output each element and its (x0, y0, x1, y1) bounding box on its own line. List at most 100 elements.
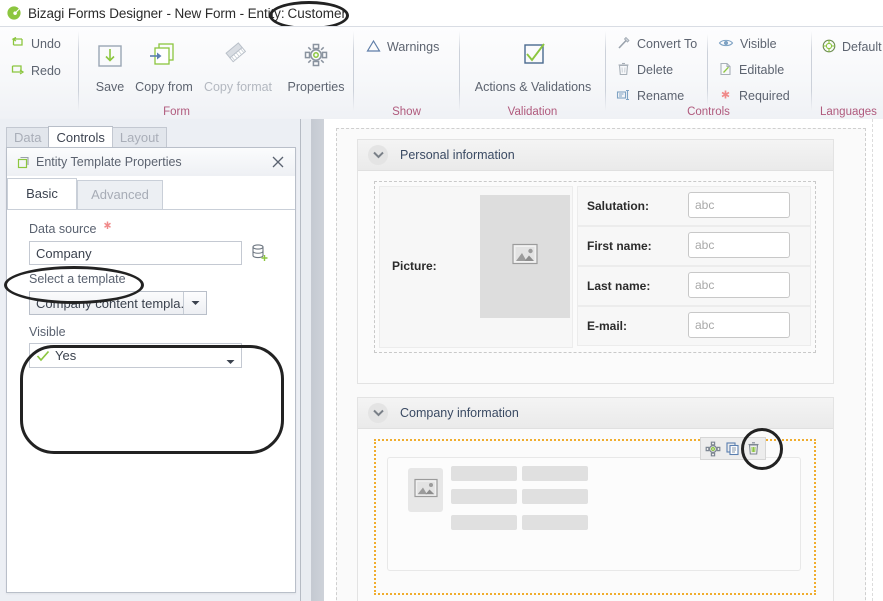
visible-button[interactable]: Visible (718, 33, 790, 55)
picture-field[interactable]: Picture: (379, 186, 573, 348)
template-field-placeholder (522, 515, 588, 530)
field-row-firstname[interactable]: First name: abc (577, 226, 811, 266)
undo-button[interactable]: Undo (10, 33, 61, 55)
widget-toolbar (700, 437, 766, 460)
template-field-placeholder (451, 466, 517, 481)
lastname-label: Last name: (587, 279, 651, 293)
salutation-input[interactable]: abc (688, 192, 790, 218)
salutation-label: Salutation: (587, 199, 649, 213)
form-container: Personal information Picture: Salutation… (336, 128, 866, 601)
copy-from-icon (147, 35, 181, 77)
default-language-button[interactable]: Default (822, 36, 882, 58)
template-field-placeholder (451, 515, 517, 530)
data-source-label: Data source (29, 222, 97, 236)
splitter-track (301, 119, 311, 601)
template-image-slot[interactable] (408, 468, 443, 512)
picture-preview[interactable] (480, 195, 570, 318)
redo-label: Redo (31, 64, 61, 78)
canvas-right-edge (872, 119, 883, 601)
undo-label: Undo (31, 37, 61, 51)
select-template-combo[interactable]: Company content templa... (29, 291, 207, 315)
section-header[interactable]: Company information (358, 398, 833, 429)
properties-label: Properties (287, 80, 345, 94)
form-canvas: Personal information Picture: Salutation… (324, 119, 883, 601)
ribbon-group-label-controls: Controls (687, 106, 730, 118)
entity-template-widget-selected[interactable] (374, 437, 816, 595)
chevron-down-circle-icon[interactable] (368, 145, 388, 165)
convert-to-label: Convert To (637, 37, 698, 51)
template-field-placeholder (522, 489, 588, 504)
subtab-basic[interactable]: Basic (7, 178, 77, 209)
trash-icon[interactable] (745, 439, 762, 458)
ribbon-group-languages: Default Languages (812, 27, 883, 120)
ribbon-group-label-form: Form (163, 106, 190, 118)
copy-format-icon (221, 35, 255, 77)
field-row-email[interactable]: E-mail: abc (577, 306, 811, 346)
section-header[interactable]: Personal information (358, 140, 833, 171)
rename-button[interactable]: Rename (616, 85, 697, 107)
rename-icon (616, 88, 631, 105)
save-icon (93, 35, 127, 77)
tab-data[interactable]: Data (6, 127, 50, 148)
required-label: Required (739, 89, 790, 103)
bizagi-logo-icon (7, 6, 21, 20)
check-icon (36, 350, 50, 362)
page-edit-icon (718, 62, 733, 79)
app-title: Bizagi Forms Designer (28, 5, 163, 21)
template-field-placeholder (522, 466, 588, 481)
properties-gear-icon (298, 35, 334, 77)
default-language-label: Default (842, 40, 882, 54)
chevron-down-circle-icon[interactable] (368, 403, 388, 423)
template-field-placeholder (451, 489, 517, 504)
data-source-input[interactable]: Company (29, 241, 242, 265)
rename-label: Rename (637, 89, 685, 103)
subtab-advanced[interactable]: Advanced (77, 180, 163, 209)
data-source-required-marker (102, 219, 113, 234)
firstname-input[interactable]: abc (688, 232, 790, 258)
application-window: Bizagi Forms Designer - New Form - Entit… (0, 0, 883, 601)
email-input[interactable]: abc (688, 312, 790, 338)
copy-from-label: Copy from (135, 80, 193, 94)
chevron-down-icon[interactable] (226, 353, 235, 368)
visible-combo[interactable]: Yes (29, 343, 242, 368)
properties-subtabs: Basic Advanced (7, 176, 295, 210)
required-button[interactable]: Required (718, 85, 790, 107)
panel-splitter[interactable] (300, 119, 325, 601)
tab-controls[interactable]: Controls (48, 126, 113, 148)
editable-button[interactable]: Editable (718, 59, 790, 81)
tab-layout[interactable]: Layout (111, 127, 167, 148)
left-panel: Data Controls Layout Entity Template Pro… (0, 119, 312, 601)
panel-title: Entity Template Properties (36, 155, 182, 169)
ribbon-group-label-languages: Languages (820, 106, 877, 118)
warnings-button[interactable]: Warnings (366, 36, 439, 58)
convert-to-button[interactable]: Convert To (616, 33, 697, 55)
section-company-information: Company information (357, 397, 834, 601)
close-icon[interactable] (269, 153, 287, 171)
section-body (358, 429, 833, 601)
chevron-down-icon[interactable] (183, 292, 206, 314)
database-add-icon[interactable] (251, 243, 268, 261)
visible-field-label: Visible (29, 325, 66, 339)
copy-format-button[interactable]: Copy format (203, 35, 273, 94)
properties-button[interactable]: Properties (284, 35, 348, 94)
field-row-lastname[interactable]: Last name: abc (577, 266, 811, 306)
panel-tabstrip: Data Controls Layout (6, 126, 167, 148)
delete-label: Delete (637, 63, 674, 77)
properties-body: Data source Company Select a template Co… (7, 209, 295, 592)
actions-validations-button[interactable]: Actions & Validations (473, 35, 593, 94)
section-title: Personal information (400, 148, 515, 162)
wand-icon (616, 36, 631, 53)
redo-button[interactable]: Redo (10, 60, 61, 82)
delete-button[interactable]: Delete (616, 59, 697, 81)
copy-from-button[interactable]: Copy from (132, 35, 196, 94)
copy-icon[interactable] (724, 439, 741, 458)
undo-icon (10, 36, 25, 52)
gear-icon[interactable] (704, 439, 721, 458)
image-placeholder-icon (413, 478, 438, 503)
field-row-salutation[interactable]: Salutation: abc (577, 186, 811, 226)
trash-icon (616, 62, 631, 79)
lastname-input[interactable]: abc (688, 272, 790, 298)
checkbox-check-icon (516, 35, 550, 77)
visible-label: Visible (740, 37, 777, 51)
copy-format-label: Copy format (203, 80, 273, 94)
